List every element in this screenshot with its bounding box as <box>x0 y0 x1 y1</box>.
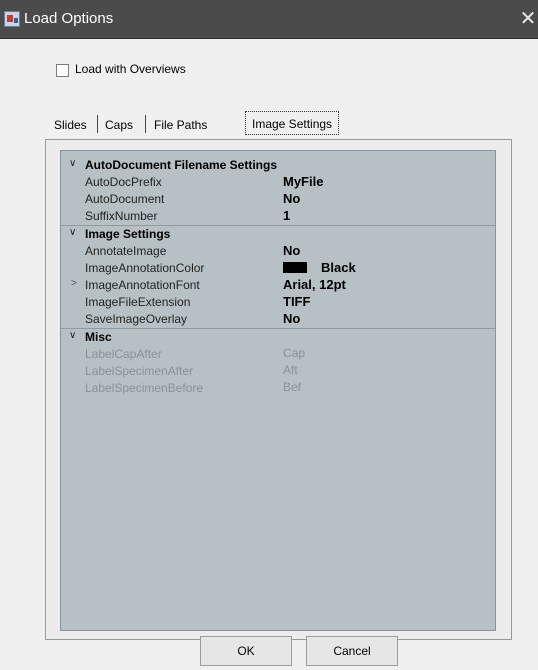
property-name: ImageFileExtension <box>85 295 191 309</box>
property-name: ImageAnnotationColor <box>85 261 205 275</box>
property-value[interactable]: Arial, 12pt <box>283 277 346 292</box>
chevron-right-icon[interactable]: > <box>71 278 77 289</box>
property-row-saveimageoverlay[interactable]: SaveImageOverlay No <box>61 311 495 328</box>
category-label: Image Settings <box>85 227 171 241</box>
property-value: Cap <box>283 346 306 360</box>
property-name: AnnotateImage <box>85 244 167 258</box>
property-name: LabelSpecimenBefore <box>85 381 204 395</box>
title-bar: Load Options ✕ <box>0 0 538 39</box>
tab-caps[interactable]: Caps <box>105 118 133 132</box>
property-row-imagefileextension[interactable]: ImageFileExtension TIFF <box>61 294 495 311</box>
property-value[interactable]: 1 <box>283 208 290 223</box>
property-grid[interactable]: ∨ AutoDocument Filename Settings AutoDoc… <box>60 150 496 631</box>
property-row-imageannotationfont[interactable]: > ImageAnnotationFont Arial, 12pt <box>61 277 495 294</box>
window-title: Load Options <box>24 10 114 27</box>
property-row-annotateimage[interactable]: AnnotateImage No <box>61 243 495 260</box>
property-name: AutoDocPrefix <box>85 175 162 189</box>
property-value-color[interactable]: Black <box>283 260 356 275</box>
property-row-labelcapafter: LabelCapAfter Cap <box>61 346 495 363</box>
load-with-overviews-label: Load with Overviews <box>75 62 186 76</box>
tab-image-settings[interactable]: Image Settings <box>245 111 340 135</box>
color-swatch <box>283 262 307 273</box>
property-row-labelspecimenafter: LabelSpecimenAfter Aft <box>61 363 495 380</box>
property-value: Bef <box>283 380 302 394</box>
chevron-down-icon[interactable]: ∨ <box>69 227 76 238</box>
close-button[interactable]: ✕ <box>518 4 538 34</box>
chevron-down-icon[interactable]: ∨ <box>69 158 76 169</box>
property-value[interactable]: MyFile <box>283 174 323 189</box>
tab-slides[interactable]: Slides <box>54 118 87 132</box>
property-row-suffixnumber[interactable]: SuffixNumber 1 <box>61 208 495 225</box>
cancel-button[interactable]: Cancel <box>306 636 398 666</box>
category-autodocument-filename-settings[interactable]: ∨ AutoDocument Filename Settings <box>61 157 495 174</box>
chevron-down-icon[interactable]: ∨ <box>69 330 76 341</box>
tab-file-paths[interactable]: File Paths <box>154 118 207 132</box>
category-label: AutoDocument Filename Settings <box>85 158 278 172</box>
property-row-autodocprefix[interactable]: AutoDocPrefix MyFile <box>61 174 495 191</box>
property-value: Aft <box>283 363 298 377</box>
property-row-labelspecimenbefore: LabelSpecimenBefore Bef <box>61 380 495 397</box>
property-value[interactable]: No <box>283 191 300 206</box>
property-name: AutoDocument <box>85 192 165 206</box>
app-icon <box>4 11 20 27</box>
property-value[interactable]: No <box>283 243 300 258</box>
load-with-overviews-checkbox[interactable] <box>56 64 69 77</box>
category-misc[interactable]: ∨ Misc <box>61 328 495 346</box>
property-row-autodocument[interactable]: AutoDocument No <box>61 191 495 208</box>
category-label: Misc <box>85 330 112 344</box>
property-name: LabelSpecimenAfter <box>85 364 194 378</box>
property-value[interactable]: TIFF <box>283 294 310 309</box>
property-row-imageannotationcolor[interactable]: ImageAnnotationColor Black <box>61 260 495 277</box>
property-name: SuffixNumber <box>85 209 158 223</box>
property-value: Black <box>321 260 356 275</box>
property-name: SaveImageOverlay <box>85 312 188 326</box>
property-value[interactable]: No <box>283 311 300 326</box>
tab-divider <box>97 115 98 133</box>
category-image-settings[interactable]: ∨ Image Settings <box>61 225 495 243</box>
ok-button[interactable]: OK <box>200 636 292 666</box>
property-name: LabelCapAfter <box>85 347 162 361</box>
tab-divider <box>145 115 146 133</box>
property-name: ImageAnnotationFont <box>85 278 200 292</box>
